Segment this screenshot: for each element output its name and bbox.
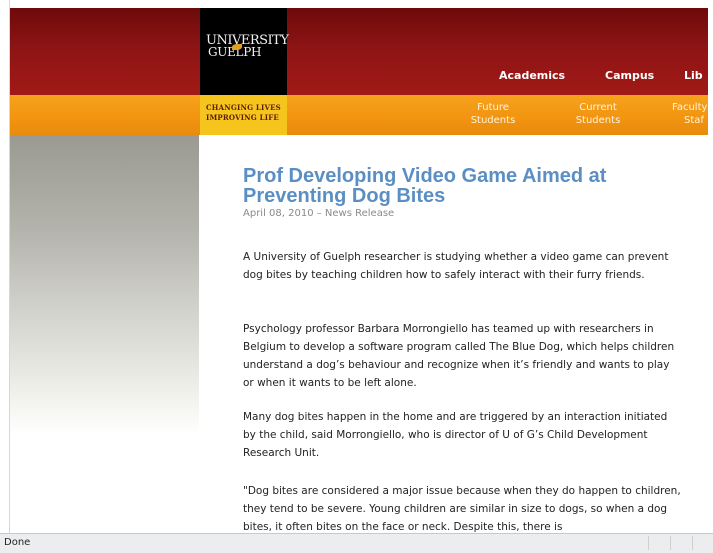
subnav-future-students[interactable]: Future Students bbox=[462, 101, 524, 127]
status-cell bbox=[692, 536, 713, 550]
subnav-current-students-line2: Students bbox=[575, 115, 621, 126]
window-left-border bbox=[0, 0, 10, 533]
subnav-current-students-line1: Current bbox=[579, 102, 617, 113]
browser-status-bar: Done bbox=[0, 533, 713, 553]
browser-viewport: UNIVERSITY GUELPH Academics Campus Lib C… bbox=[0, 0, 713, 553]
status-text: Done bbox=[4, 537, 31, 548]
subnav-current-students[interactable]: Current Students bbox=[566, 101, 630, 127]
article-paragraph: A University of Guelph researcher is stu… bbox=[243, 251, 669, 281]
status-cell bbox=[670, 536, 691, 550]
window-right-border bbox=[708, 0, 713, 533]
article-paragraph: Psychology professor Barbara Morrongiell… bbox=[243, 323, 675, 389]
tagline-line1: Changing Lives bbox=[206, 103, 281, 112]
tagline-line2: Improving Life bbox=[206, 113, 279, 122]
status-cell bbox=[648, 536, 669, 550]
nav-library[interactable]: Lib bbox=[684, 69, 703, 82]
subnav-future-students-line1: Future bbox=[477, 102, 509, 113]
subnav-faculty-line2: Staf bbox=[684, 115, 704, 126]
article-paragraph: Many dog bites happen in the home and ar… bbox=[243, 411, 668, 459]
nav-academics[interactable]: Academics bbox=[499, 69, 565, 82]
article: Prof Developing Video Game Aimed at Prev… bbox=[243, 165, 683, 533]
site-header bbox=[10, 8, 708, 95]
subnav-future-students-line2: Students bbox=[470, 115, 516, 126]
article-paragraph: "Dog bites are considered a major issue … bbox=[243, 485, 681, 533]
subnav-faculty-line1: Faculty bbox=[672, 102, 708, 113]
logo-leaf-icon bbox=[232, 44, 242, 50]
article-title: Prof Developing Video Game Aimed at Prev… bbox=[243, 165, 607, 207]
subnav-faculty-staff[interactable]: Faculty Staf bbox=[672, 101, 713, 127]
article-date: April 08, 2010 – News Release bbox=[243, 208, 395, 219]
nav-campus[interactable]: Campus bbox=[605, 69, 654, 82]
left-sidebar bbox=[10, 135, 199, 435]
